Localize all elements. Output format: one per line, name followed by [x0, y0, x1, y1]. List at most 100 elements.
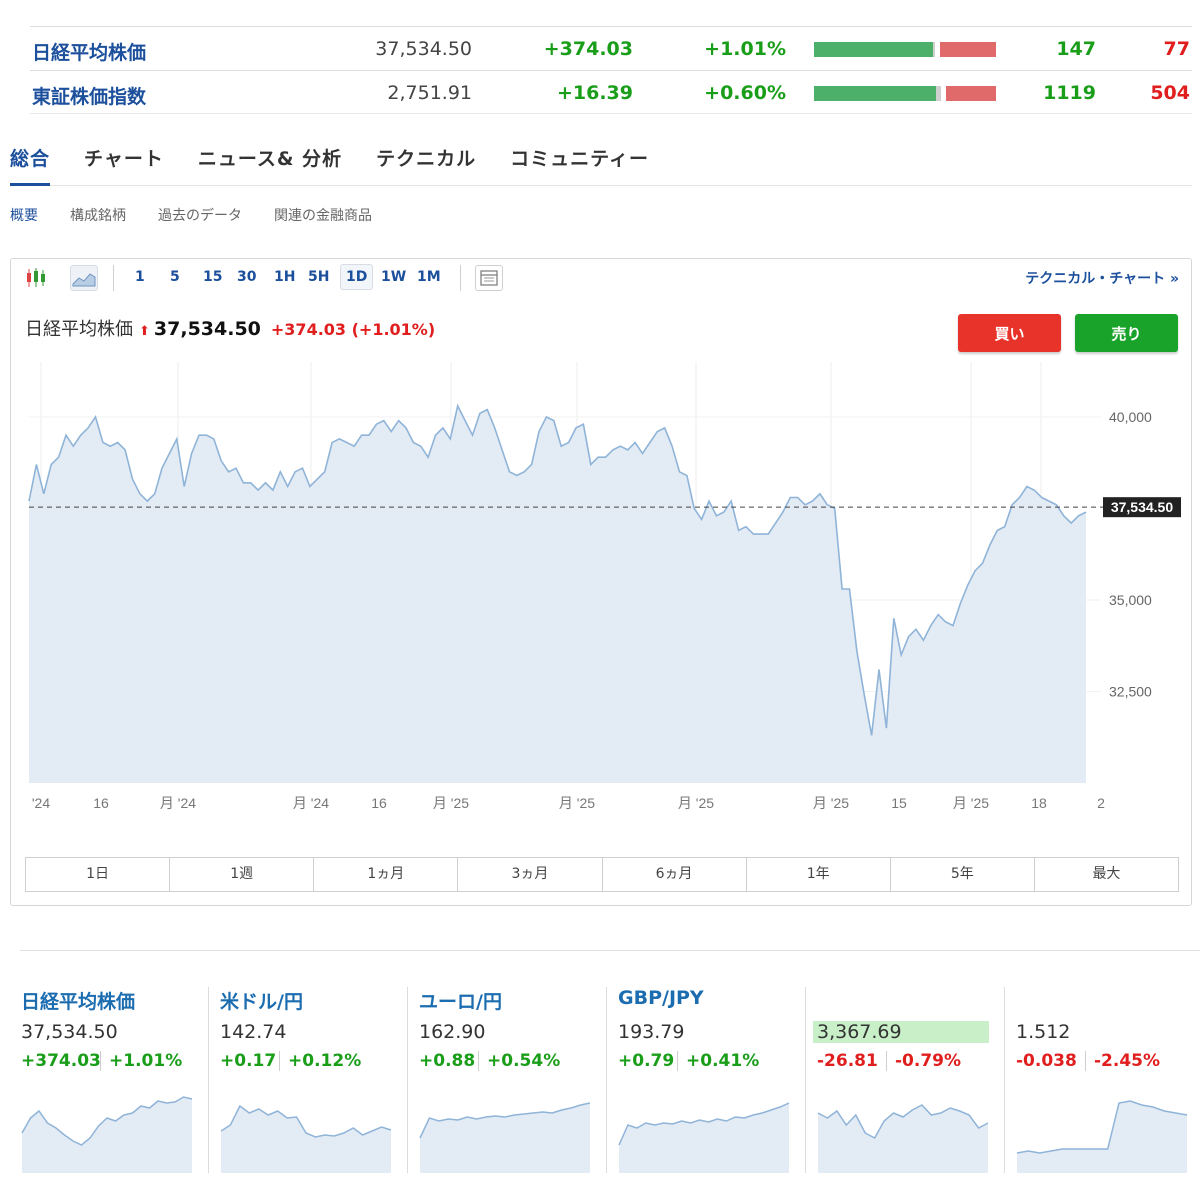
range-button[interactable]: 1年 [747, 858, 891, 891]
range-button[interactable]: 5年 [891, 858, 1035, 891]
interval-button[interactable]: 1W [381, 269, 406, 285]
current-price-label: 37,534.50 [1111, 499, 1173, 515]
interval-button[interactable]: 30 [237, 269, 256, 285]
market-card[interactable]: ユーロ/円 162.90 +0.88 +0.54% [410, 985, 604, 1175]
index-name[interactable]: 東証株価指数 [32, 82, 146, 109]
range-button[interactable]: 6ヵ月 [603, 858, 747, 891]
chart-price: 37,534.50 [153, 318, 261, 340]
sparkline-chart [220, 1104, 392, 1173]
market-card[interactable]: GBP/JPY 193.79 +0.79 +0.41% [609, 985, 803, 1175]
range-button[interactable]: 1ヵ月 [314, 858, 459, 891]
market-cards: 日経平均株価 37,534.50 +374.03 +1.01% 米ドル/円 142.74 +… [12, 985, 1200, 1175]
sparkline-area [1017, 1101, 1187, 1173]
card-name[interactable]: GBP/JPY [618, 987, 704, 1009]
index-change: +374.03 [543, 38, 633, 60]
unchanged-bar [935, 86, 942, 101]
range-button[interactable]: 最大 [1035, 858, 1178, 891]
advancers-count: 1119 [1043, 82, 1096, 104]
section-divider [20, 950, 1200, 951]
card-percent: +1.01% [100, 1051, 182, 1071]
range-button[interactable]: 3ヵ月 [458, 858, 603, 891]
sparkline-area [221, 1106, 391, 1173]
interval-button[interactable]: 15 [203, 269, 222, 285]
range-button[interactable]: 1週 [170, 858, 315, 891]
advancers-bar [814, 86, 936, 101]
card-name[interactable]: ユーロ/円 [419, 987, 502, 1014]
card-change: +0.88 [419, 1051, 476, 1071]
index-summary-table: 日経平均株価 37,534.50 +374.03 +1.01% 147 77 東証株価指数 2… [30, 26, 1192, 114]
sparkline-area [818, 1105, 988, 1173]
unchanged-bar [932, 42, 935, 57]
interval-button[interactable]: 1H [274, 269, 295, 285]
chart-change: +374.03 (+1.01%) [270, 320, 436, 339]
x-tick-label: 16 [371, 795, 387, 811]
candlestick-icon[interactable] [23, 265, 51, 291]
advancers-bar [814, 42, 933, 57]
sub-tab[interactable]: 構成銘柄 [70, 205, 126, 225]
card-percent: -0.79% [886, 1051, 961, 1071]
range-button[interactable]: 1日 [26, 858, 171, 891]
sub-tab[interactable]: 関連の金融商品 [274, 205, 372, 225]
card-price: 193.79 [618, 1021, 685, 1043]
card-separator [606, 987, 607, 1173]
card-price: 1.512 [1016, 1021, 1071, 1043]
interval-button[interactable]: 1 [135, 269, 145, 285]
sub-tab[interactable]: 過去のデータ [158, 205, 242, 225]
interval-button[interactable]: 1M [417, 269, 441, 285]
main-tab[interactable]: 総合 [10, 140, 51, 186]
main-tab[interactable]: チャート [84, 140, 164, 186]
price-chart[interactable]: 37,534.50 40,000 35,000 32,500 '24 16 月 '24 月 '… [11, 354, 1191, 814]
card-price: 37,534.50 [21, 1021, 118, 1043]
card-name[interactable]: 日経平均株価 [21, 987, 135, 1014]
market-card[interactable]: 米ドル/円 142.74 +0.17 +0.12% [211, 985, 405, 1175]
index-row[interactable]: 東証株価指数 2,751.91 +16.39 +0.60% 1119 504 [30, 70, 1192, 114]
decliners-count: 504 [1150, 82, 1190, 104]
main-tab[interactable]: テクニカル [376, 140, 476, 186]
sparkline-chart [1016, 1100, 1188, 1173]
interval-button[interactable]: 1D [340, 264, 374, 290]
main-tab[interactable]: ニュース& 分析 [198, 140, 342, 186]
sell-button[interactable]: 売り [1075, 314, 1178, 352]
x-tick-label: 月 '25 [433, 795, 469, 811]
market-card[interactable]: 3,367.69 -26.81 -0.79% [808, 985, 1002, 1175]
chart-panel: 1 5 15 30 1H 5H 1D 1W 1M テクニカル・チャート » 日経平均株価 ⬆ 3… [10, 258, 1192, 906]
index-price: 2,751.91 [387, 82, 472, 104]
technical-chart-link[interactable]: テクニカル・チャート » [1025, 268, 1179, 288]
sub-tab[interactable]: 概要 [10, 205, 38, 225]
settings-panel-icon[interactable] [475, 265, 503, 291]
market-card[interactable]: 日経平均株価 37,534.50 +374.03 +1.01% [12, 985, 206, 1175]
area-chart-icon[interactable] [70, 265, 98, 291]
x-tick-label: 月 '25 [559, 795, 595, 811]
index-percent: +1.01% [704, 38, 786, 60]
sparkline-area [420, 1103, 590, 1173]
interval-button[interactable]: 5H [308, 269, 329, 285]
main-tab[interactable]: コミュニティー [510, 140, 649, 186]
sparkline-chart [419, 1102, 591, 1173]
card-separator [208, 987, 209, 1173]
advance-decline-bar [814, 86, 996, 101]
x-tick-label: 月 '24 [293, 795, 329, 811]
chart-header: 日経平均株価 ⬆ 37,534.50 +374.03 (+1.01%) [25, 315, 435, 341]
card-separator [1004, 987, 1005, 1173]
x-tick-label: 15 [891, 795, 907, 811]
y-tick-label: 32,500 [1109, 683, 1152, 699]
market-card[interactable]: 1.512 -0.038 -2.45% [1007, 985, 1200, 1175]
x-tick-label: 18 [1031, 795, 1047, 811]
index-name[interactable]: 日経平均株価 [32, 38, 146, 65]
sparkline-area [619, 1103, 789, 1173]
card-name[interactable]: 米ドル/円 [220, 987, 303, 1014]
sparkline-chart [21, 1096, 193, 1173]
interval-button[interactable]: 5 [170, 269, 180, 285]
sparkline-chart [817, 1104, 989, 1173]
x-tick-label: 月 '25 [813, 795, 849, 811]
x-tick-label: 月 '25 [953, 795, 989, 811]
price-area [29, 405, 1086, 783]
index-row[interactable]: 日経平均株価 37,534.50 +374.03 +1.01% 147 77 [30, 26, 1192, 70]
index-price: 37,534.50 [375, 38, 472, 60]
card-percent: +0.54% [478, 1051, 560, 1071]
card-price: 162.90 [419, 1021, 486, 1043]
decliners-bar [939, 42, 996, 57]
x-tick-label: 2 [1097, 795, 1105, 811]
buy-button[interactable]: 買い [958, 314, 1061, 352]
x-tick-label: '24 [32, 795, 50, 811]
